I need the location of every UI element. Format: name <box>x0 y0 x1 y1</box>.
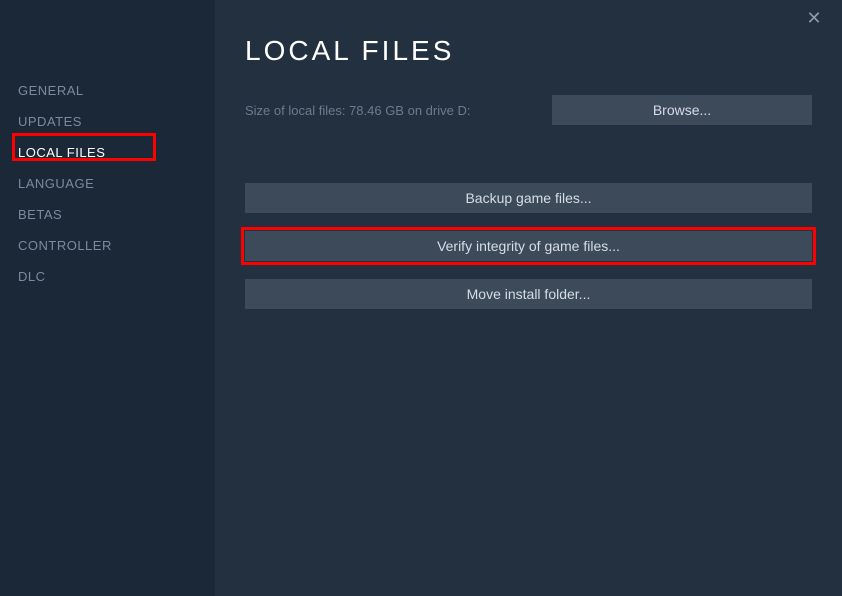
move-install-button[interactable]: Move install folder... <box>245 279 812 309</box>
move-row: Move install folder... <box>245 279 812 309</box>
backup-button[interactable]: Backup game files... <box>245 183 812 213</box>
verify-row: Verify integrity of game files... <box>245 231 812 261</box>
backup-row: Backup game files... <box>245 183 812 213</box>
sidebar-item-language[interactable]: Language <box>18 168 215 199</box>
browse-button[interactable]: Browse... <box>552 95 812 125</box>
content-panel: ✕ LOCAL FILES Size of local files: 78.46… <box>215 0 842 596</box>
sidebar-item-betas[interactable]: Betas <box>18 199 215 230</box>
sidebar-item-dlc[interactable]: DLC <box>18 261 215 292</box>
info-row: Size of local files: 78.46 GB on drive D… <box>245 95 812 125</box>
page-title: LOCAL FILES <box>245 35 812 67</box>
sidebar-item-controller[interactable]: Controller <box>18 230 215 261</box>
close-icon: ✕ <box>806 8 821 29</box>
verify-integrity-button[interactable]: Verify integrity of game files... <box>245 231 812 261</box>
sidebar-item-local-files[interactable]: Local Files <box>18 137 215 168</box>
sidebar-item-general[interactable]: General <box>18 75 215 106</box>
sidebar-item-updates[interactable]: Updates <box>18 106 215 137</box>
size-info-text: Size of local files: 78.46 GB on drive D… <box>245 103 470 118</box>
close-button[interactable]: ✕ <box>804 8 824 28</box>
sidebar: General Updates Local Files Language Bet… <box>0 0 215 596</box>
